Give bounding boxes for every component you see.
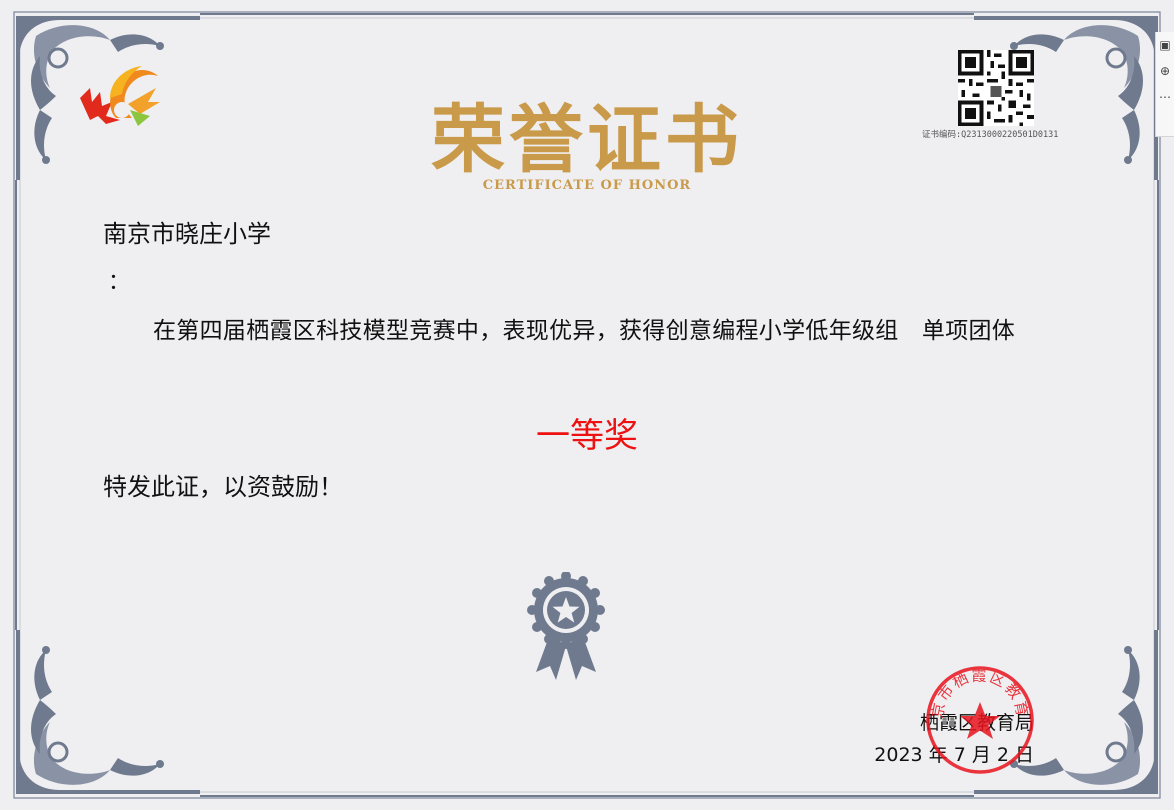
recipient-colon: ： [108,270,131,295]
recipient-name: 南京市晓庄小学 [103,220,271,248]
qr-code [958,50,1034,126]
certificate-subtitle: CERTIFICATE OF HONOR [482,178,692,193]
award-level: 一等奖 [536,416,638,456]
more-icon[interactable]: ⋯ [1156,84,1174,110]
viewer-side-toolbar: ▣ ⊕ ⋯ [1155,32,1174,137]
official-red-seal: 南京市栖霞区教育局 [924,664,1034,774]
certificate-page: 荣誉证书 CERTIFICATE OF HONOR 证书编码:Q23130002… [0,0,1174,810]
zoom-icon[interactable]: ⊕ [1156,58,1174,84]
certificate-number: 证书编码:Q2313000220501D0131 [922,130,1059,140]
certificate-body: 在第四届栖霞区科技模型竞赛中，表现优异，获得创意编程小学低年级组 单项团体 [153,318,1016,344]
star-rosette-medal-icon [527,572,605,680]
closing-statement: 特发此证，以资鼓励！ [103,473,343,501]
image-icon[interactable]: ▣ [1156,32,1174,58]
